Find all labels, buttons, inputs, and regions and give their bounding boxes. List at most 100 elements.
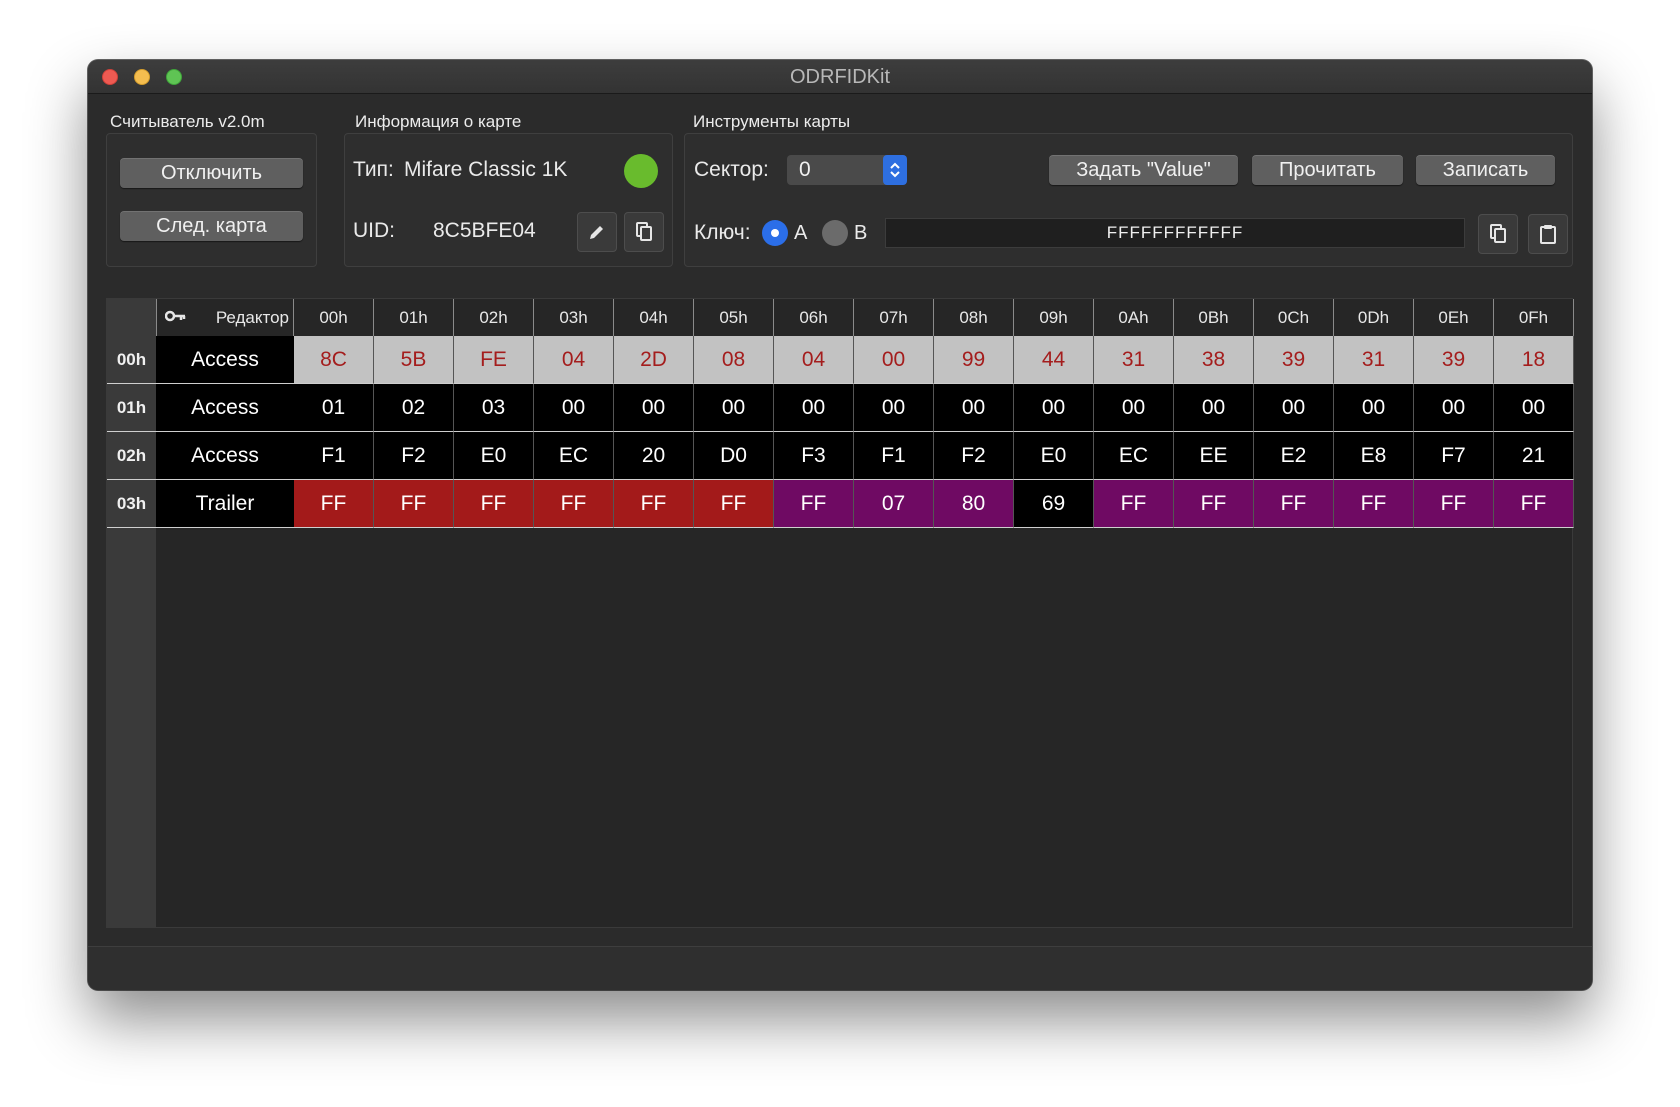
byte-cell[interactable]: 2D bbox=[614, 336, 694, 384]
byte-cell[interactable]: 99 bbox=[934, 336, 1014, 384]
title-bar[interactable]: ODRFIDKit bbox=[88, 60, 1592, 94]
byte-cell[interactable]: 08 bbox=[694, 336, 774, 384]
read-button[interactable]: Прочитать bbox=[1252, 155, 1403, 185]
byte-cell[interactable]: E8 bbox=[1334, 432, 1414, 480]
column-header[interactable]: 0Ah bbox=[1094, 299, 1174, 336]
column-header[interactable]: 08h bbox=[934, 299, 1014, 336]
byte-cell[interactable]: FF bbox=[1494, 480, 1574, 528]
byte-cell[interactable]: EC bbox=[534, 432, 614, 480]
byte-cell[interactable]: 00 bbox=[1014, 384, 1094, 432]
block-type-cell[interactable]: Trailer bbox=[156, 480, 294, 528]
column-header[interactable]: 04h bbox=[614, 299, 694, 336]
byte-cell[interactable]: 00 bbox=[694, 384, 774, 432]
byte-cell[interactable]: FF bbox=[1174, 480, 1254, 528]
column-header[interactable]: 06h bbox=[774, 299, 854, 336]
column-header[interactable]: 0Bh bbox=[1174, 299, 1254, 336]
disconnect-button[interactable]: Отключить bbox=[120, 158, 303, 188]
byte-cell[interactable]: 02 bbox=[374, 384, 454, 432]
key-input[interactable]: FFFFFFFFFFFF bbox=[885, 218, 1465, 248]
byte-cell[interactable]: FE bbox=[454, 336, 534, 384]
byte-cell[interactable]: F3 bbox=[774, 432, 854, 480]
byte-cell[interactable]: FF bbox=[774, 480, 854, 528]
byte-cell[interactable]: FF bbox=[1414, 480, 1494, 528]
copy-uid-button[interactable] bbox=[624, 212, 664, 252]
byte-cell[interactable]: FF bbox=[1334, 480, 1414, 528]
byte-cell[interactable]: 00 bbox=[1094, 384, 1174, 432]
byte-cell[interactable]: 07 bbox=[854, 480, 934, 528]
byte-cell[interactable]: FF bbox=[614, 480, 694, 528]
byte-cell[interactable]: EC bbox=[1094, 432, 1174, 480]
byte-cell[interactable]: FF bbox=[294, 480, 374, 528]
column-header[interactable]: 01h bbox=[374, 299, 454, 336]
byte-cell[interactable]: E0 bbox=[1014, 432, 1094, 480]
copy-key-button[interactable] bbox=[1478, 214, 1518, 254]
block-type-cell[interactable]: Access bbox=[156, 432, 294, 480]
column-header[interactable]: 03h bbox=[534, 299, 614, 336]
byte-cell[interactable]: 8C bbox=[294, 336, 374, 384]
byte-cell[interactable]: FF bbox=[694, 480, 774, 528]
byte-cell[interactable]: FF bbox=[454, 480, 534, 528]
byte-cell[interactable]: FF bbox=[534, 480, 614, 528]
column-header[interactable]: 00h bbox=[294, 299, 374, 336]
byte-cell[interactable]: 00 bbox=[1334, 384, 1414, 432]
byte-cell[interactable]: F2 bbox=[934, 432, 1014, 480]
byte-cell[interactable]: 04 bbox=[774, 336, 854, 384]
column-header[interactable]: 07h bbox=[854, 299, 934, 336]
byte-cell[interactable]: 31 bbox=[1094, 336, 1174, 384]
byte-cell[interactable]: 44 bbox=[1014, 336, 1094, 384]
byte-cell[interactable]: 01 bbox=[294, 384, 374, 432]
column-header[interactable]: 0Eh bbox=[1414, 299, 1494, 336]
column-header[interactable]: 09h bbox=[1014, 299, 1094, 336]
byte-cell[interactable]: 18 bbox=[1494, 336, 1574, 384]
write-button[interactable]: Записать bbox=[1416, 155, 1555, 185]
byte-cell[interactable]: 03 bbox=[454, 384, 534, 432]
byte-cell[interactable]: 31 bbox=[1334, 336, 1414, 384]
sector-input[interactable]: 0 bbox=[787, 155, 887, 185]
column-header[interactable]: 05h bbox=[694, 299, 774, 336]
byte-cell[interactable]: 00 bbox=[854, 384, 934, 432]
byte-cell[interactable]: 00 bbox=[1174, 384, 1254, 432]
byte-cell[interactable]: EE bbox=[1174, 432, 1254, 480]
byte-cell[interactable]: 39 bbox=[1254, 336, 1334, 384]
byte-cell[interactable]: 00 bbox=[934, 384, 1014, 432]
byte-cell[interactable]: E2 bbox=[1254, 432, 1334, 480]
byte-cell[interactable]: 69 bbox=[1014, 480, 1094, 528]
byte-cell[interactable]: 39 bbox=[1414, 336, 1494, 384]
key-b-radio[interactable] bbox=[822, 220, 848, 246]
byte-cell[interactable]: 00 bbox=[854, 336, 934, 384]
byte-cell[interactable]: 5B bbox=[374, 336, 454, 384]
byte-cell[interactable]: 04 bbox=[534, 336, 614, 384]
byte-cell[interactable]: 00 bbox=[1494, 384, 1574, 432]
block-type-cell[interactable]: Access bbox=[156, 384, 294, 432]
edit-uid-button[interactable] bbox=[577, 212, 617, 252]
byte-cell[interactable]: F1 bbox=[854, 432, 934, 480]
byte-cell[interactable]: D0 bbox=[694, 432, 774, 480]
byte-cell[interactable]: FF bbox=[1254, 480, 1334, 528]
byte-cell[interactable]: 21 bbox=[1494, 432, 1574, 480]
set-value-button[interactable]: Задать "Value" bbox=[1049, 155, 1238, 185]
editor-column-header[interactable]: Редактор bbox=[156, 299, 294, 336]
column-header[interactable]: 0Fh bbox=[1494, 299, 1574, 336]
byte-cell[interactable]: 00 bbox=[774, 384, 854, 432]
byte-cell[interactable]: FF bbox=[374, 480, 454, 528]
byte-cell[interactable]: E0 bbox=[454, 432, 534, 480]
byte-cell[interactable]: F1 bbox=[294, 432, 374, 480]
byte-cell[interactable]: 00 bbox=[614, 384, 694, 432]
byte-cell[interactable]: 00 bbox=[1414, 384, 1494, 432]
column-header[interactable]: 0Dh bbox=[1334, 299, 1414, 336]
byte-cell[interactable]: 00 bbox=[534, 384, 614, 432]
byte-cell[interactable]: 80 bbox=[934, 480, 1014, 528]
next-card-button[interactable]: След. карта bbox=[120, 211, 303, 241]
key-a-radio[interactable] bbox=[762, 220, 788, 246]
paste-key-button[interactable] bbox=[1528, 214, 1568, 254]
byte-cell[interactable]: FF bbox=[1094, 480, 1174, 528]
byte-cell[interactable]: 20 bbox=[614, 432, 694, 480]
byte-cell[interactable]: F2 bbox=[374, 432, 454, 480]
sector-stepper[interactable] bbox=[883, 155, 907, 185]
byte-cell[interactable]: 00 bbox=[1254, 384, 1334, 432]
column-header[interactable]: 0Ch bbox=[1254, 299, 1334, 336]
byte-cell[interactable]: 38 bbox=[1174, 336, 1254, 384]
column-header[interactable]: 02h bbox=[454, 299, 534, 336]
byte-cell[interactable]: F7 bbox=[1414, 432, 1494, 480]
block-type-cell[interactable]: Access bbox=[156, 336, 294, 384]
